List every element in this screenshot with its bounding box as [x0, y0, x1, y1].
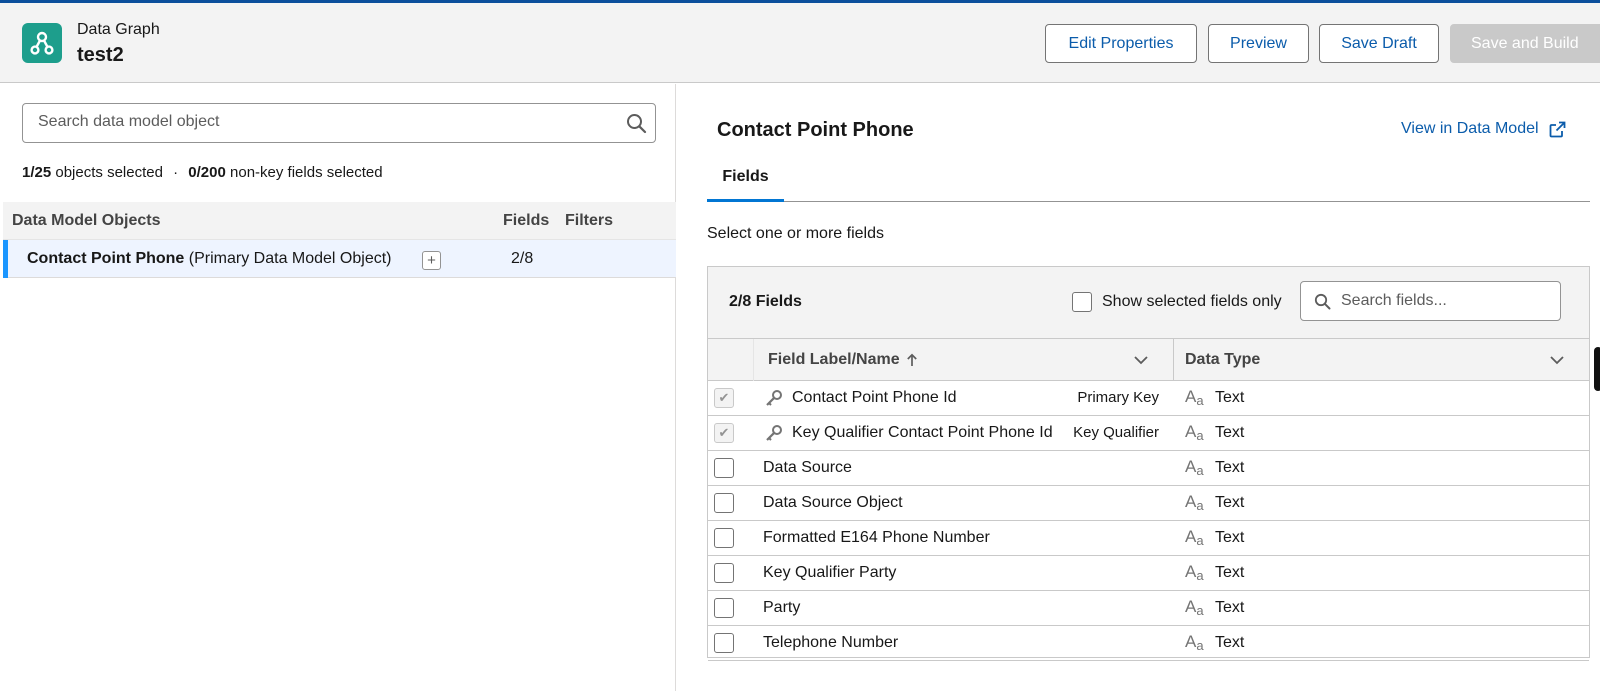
field-data-type: Text: [1215, 459, 1245, 476]
view-in-data-model-link[interactable]: View in Data Model: [1401, 120, 1566, 138]
field-data-type: Text: [1215, 424, 1245, 441]
table-row[interactable]: Formatted E164 Phone Number Aa Text: [708, 521, 1589, 556]
field-data-type: Text: [1215, 564, 1245, 581]
field-checkbox[interactable]: [714, 528, 734, 548]
col-header-data-type[interactable]: Data Type: [1185, 351, 1260, 369]
fields-panel-header: 2/8 Fields Show selected fields only: [708, 267, 1589, 339]
table-row[interactable]: Data Source Object Aa Text: [708, 486, 1589, 521]
search-icon[interactable]: [626, 113, 647, 139]
save-draft-button[interactable]: Save Draft: [1319, 24, 1439, 63]
col-header-filters: Filters: [565, 212, 614, 229]
save-and-build-button[interactable]: Save and Build: [1450, 24, 1600, 63]
field-label: Data Source Object: [763, 494, 903, 511]
field-checkbox[interactable]: [714, 458, 734, 478]
object-search-input[interactable]: [38, 113, 608, 131]
text-type-icon: Aa: [1185, 562, 1204, 583]
field-search-field[interactable]: [1300, 281, 1561, 321]
field-data-type: Text: [1215, 634, 1245, 651]
chevron-down-icon[interactable]: [1549, 352, 1565, 373]
table-row[interactable]: Party Aa Text: [708, 591, 1589, 626]
edit-properties-button[interactable]: Edit Properties: [1045, 24, 1197, 63]
view-in-data-model-label: View in Data Model: [1401, 120, 1539, 137]
app-subtitle: Data Graph: [77, 21, 160, 38]
preview-button[interactable]: Preview: [1208, 24, 1309, 63]
fields-count: 2/8 Fields: [729, 293, 802, 310]
field-data-type: Text: [1215, 389, 1245, 406]
search-icon: [1314, 293, 1331, 315]
field-key-role: Primary Key: [1077, 389, 1159, 406]
objects-selected-text: objects selected: [55, 164, 163, 181]
page-header: Data Graph test2 Edit Properties Preview…: [0, 0, 1600, 83]
object-selector-pane: 1/25 objects selected · 0/200 non-key fi…: [0, 84, 676, 691]
text-type-icon: Aa: [1185, 457, 1204, 478]
column-divider: [1173, 339, 1174, 381]
field-checkbox[interactable]: [714, 598, 734, 618]
col-header-objects: Data Model Objects: [12, 212, 161, 229]
table-row[interactable]: Telephone Number Aa Text: [708, 626, 1589, 661]
tab-fields[interactable]: Fields: [707, 154, 784, 202]
field-search-input[interactable]: [1341, 292, 1551, 310]
page-title: test2: [77, 44, 124, 66]
fields-table-header: Field Label/Name Data Type: [708, 339, 1589, 381]
show-selected-checkbox[interactable]: [1072, 292, 1092, 312]
col-header-field-label[interactable]: Field Label/Name: [768, 351, 918, 369]
col-header-fields: Fields: [503, 212, 550, 229]
object-row-contact-point-phone[interactable]: Contact Point Phone (Primary Data Model …: [3, 240, 676, 278]
external-link-icon: [1549, 121, 1565, 137]
fields-selected-count: 0/200: [188, 164, 226, 181]
sort-arrow-up-icon: [906, 353, 917, 366]
table-row[interactable]: Data Source Aa Text: [708, 451, 1589, 486]
table-row[interactable]: ✔ Key Qualifier Contact Point Phone Id Key…: [708, 416, 1589, 451]
objects-table-header: Data Model Objects Fields Filters: [3, 202, 676, 240]
object-name-label: Contact Point Phone: [27, 250, 185, 267]
data-graph-icon: [22, 23, 62, 63]
object-name: Contact Point Phone (Primary Data Model …: [27, 250, 392, 268]
text-type-icon: Aa: [1185, 492, 1204, 513]
field-label: Key Qualifier Party: [763, 564, 897, 581]
field-checkbox[interactable]: [714, 563, 734, 583]
object-title: Contact Point Phone: [717, 119, 914, 141]
field-checkbox[interactable]: [714, 633, 734, 653]
selected-row-indicator: [3, 240, 8, 278]
add-related-object-button[interactable]: +: [422, 251, 441, 270]
selection-summary: 1/25 objects selected · 0/200 non-key fi…: [22, 164, 383, 181]
field-label: Telephone Number: [763, 634, 899, 651]
fields-panel: 2/8 Fields Show selected fields only Fie…: [707, 266, 1590, 661]
scrollbar-handle[interactable]: [1594, 347, 1600, 391]
field-selector-pane: Contact Point Phone View in Data Model F…: [677, 84, 1600, 691]
field-data-type: Text: [1215, 494, 1245, 511]
text-type-icon: Aa: [1185, 527, 1204, 548]
field-data-type: Text: [1215, 599, 1245, 616]
text-type-icon: Aa: [1185, 387, 1204, 408]
show-selected-label: Show selected fields only: [1102, 293, 1282, 310]
text-type-icon: Aa: [1185, 422, 1204, 443]
field-data-type: Text: [1215, 529, 1245, 546]
field-label: Data Source: [763, 459, 852, 476]
object-search-field[interactable]: [22, 103, 656, 143]
objects-selected-count: 1/25: [22, 164, 52, 181]
object-field-count: 2/8: [511, 250, 534, 267]
object-qualifier: (Primary Data Model Object): [188, 250, 392, 267]
text-type-icon: Aa: [1185, 632, 1204, 653]
header-top-border: [0, 0, 1600, 3]
text-type-icon: Aa: [1185, 597, 1204, 618]
table-row[interactable]: Key Qualifier Party Aa Text: [708, 556, 1589, 591]
column-divider: [753, 339, 754, 381]
field-key-role: Key Qualifier: [1073, 424, 1159, 441]
field-label: Party: [763, 599, 801, 616]
field-label: Formatted E164 Phone Number: [763, 529, 990, 546]
fields-selected-text: non-key fields selected: [230, 164, 383, 181]
field-checkbox[interactable]: [714, 493, 734, 513]
field-selection-instruction: Select one or more fields: [707, 225, 884, 242]
col-header-field-label-text: Field Label/Name: [768, 351, 900, 368]
summary-separator: ·: [173, 164, 179, 181]
chevron-down-icon[interactable]: [1133, 352, 1149, 373]
tab-bar: Fields: [707, 154, 1590, 202]
table-row[interactable]: ✔ Contact Point Phone Id Primary Key Aa Text: [708, 381, 1589, 416]
